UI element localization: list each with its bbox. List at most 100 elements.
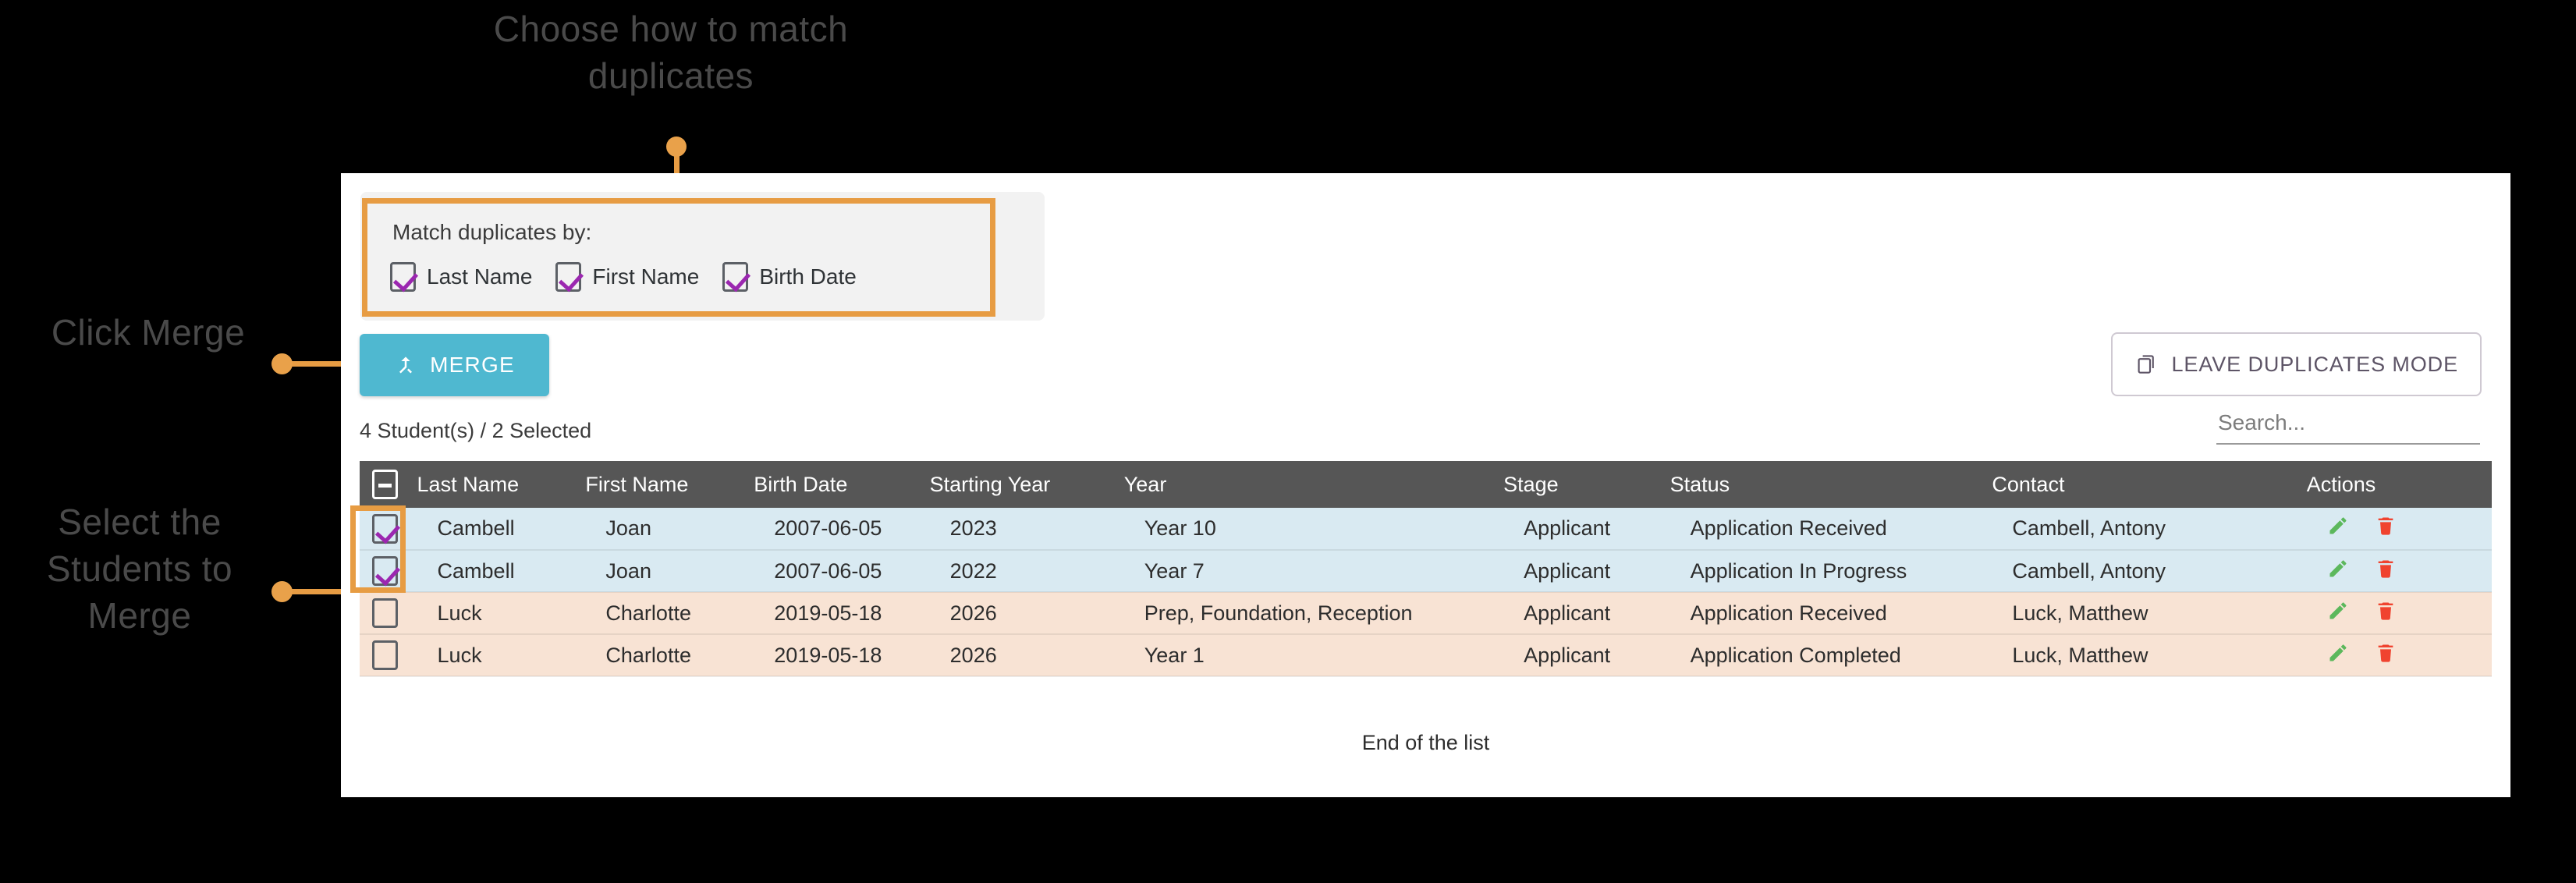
annotation-click-merge: Click Merge: [51, 312, 246, 353]
checkbox-birth-date[interactable]: Birth Date: [722, 262, 857, 292]
leader-dot-merge: [271, 353, 293, 374]
cell-contact: Luck, Matthew: [1992, 592, 2307, 635]
cell-contact: Cambell, Antony: [1992, 550, 2307, 593]
row-checkbox[interactable]: [372, 598, 398, 628]
table-row[interactable]: Cambell Joan 2007-06-05 2022 Year 7 Appl…: [360, 550, 2492, 593]
students-table: Last Name First Name Birth Date Starting…: [360, 461, 2492, 677]
column-header-stage[interactable]: Stage: [1503, 461, 1670, 508]
cell-first-name: Charlotte: [585, 592, 754, 635]
leave-duplicates-mode-button[interactable]: LEAVE DUPLICATES MODE: [2110, 332, 2482, 396]
column-header-contact[interactable]: Contact: [1992, 461, 2307, 508]
cell-last-name: Luck: [417, 634, 586, 677]
edit-icon[interactable]: [2327, 642, 2349, 669]
column-header-birth-date[interactable]: Birth Date: [754, 461, 930, 508]
column-header-last-name[interactable]: Last Name: [417, 461, 586, 508]
checkbox-last-name-label: Last Name: [427, 264, 533, 289]
cell-status: Application Received: [1669, 508, 1992, 551]
checkbox-first-name-label: First Name: [592, 264, 700, 289]
column-header-actions: Actions: [2306, 461, 2492, 508]
student-count-text: 4 Student(s) / 2 Selected: [360, 419, 592, 442]
cell-stage: Applicant: [1503, 634, 1670, 677]
match-duplicates-label: Match duplicates by:: [392, 220, 592, 244]
row-select-cell[interactable]: [360, 634, 417, 677]
delete-icon[interactable]: [2375, 558, 2397, 585]
cell-actions: [2306, 550, 2492, 593]
match-duplicates-options: Last Name First Name Birth Date: [390, 262, 880, 292]
checkbox-first-name-box[interactable]: [555, 262, 582, 292]
edit-icon[interactable]: [2327, 515, 2349, 542]
row-select-cell[interactable]: [360, 508, 417, 551]
row-checkbox[interactable]: [372, 513, 398, 544]
table-row[interactable]: Cambell Joan 2007-06-05 2023 Year 10 App…: [360, 508, 2492, 551]
cell-stage: Applicant: [1503, 592, 1670, 635]
cell-status: Application Received: [1669, 592, 1992, 635]
cell-last-name: Cambell: [417, 550, 586, 593]
cell-actions: [2306, 508, 2492, 551]
cell-status: Application In Progress: [1669, 550, 1992, 593]
annotation-match-duplicates: Choose how to match duplicates: [493, 9, 849, 96]
leader-dot-select: [271, 581, 293, 602]
table-body: Cambell Joan 2007-06-05 2023 Year 10 App…: [360, 508, 2492, 677]
column-header-status[interactable]: Status: [1669, 461, 1992, 508]
delete-icon[interactable]: [2375, 600, 2397, 627]
table-row[interactable]: Luck Charlotte 2019-05-18 2026 Prep, Fou…: [360, 592, 2492, 635]
cell-stage: Applicant: [1503, 508, 1670, 551]
cell-contact: Luck, Matthew: [1992, 634, 2307, 677]
annotation-select-students: Select the Students to Merge: [46, 502, 233, 636]
column-header-starting-year[interactable]: Starting Year: [929, 461, 1124, 508]
checkbox-last-name-box[interactable]: [390, 262, 416, 292]
cell-starting-year: 2023: [929, 508, 1124, 551]
cell-status: Application Completed: [1669, 634, 1992, 677]
table-row[interactable]: Luck Charlotte 2019-05-18 2026 Year 1 Ap…: [360, 634, 2492, 677]
select-all-header[interactable]: [360, 461, 417, 508]
row-checkbox[interactable]: [372, 556, 398, 586]
edit-icon[interactable]: [2327, 558, 2349, 585]
cell-year: Year 1: [1123, 634, 1504, 677]
edit-icon[interactable]: [2327, 600, 2349, 627]
cell-actions: [2306, 592, 2492, 635]
column-header-first-name[interactable]: First Name: [585, 461, 754, 508]
cell-birth-date: 2019-05-18: [754, 634, 930, 677]
search-field-wrapper: [2216, 407, 2480, 445]
delete-icon[interactable]: [2375, 515, 2397, 542]
match-duplicates-panel: Match duplicates by: Last Name First Nam…: [360, 192, 1045, 321]
merge-button-label: MERGE: [430, 353, 515, 377]
row-select-cell[interactable]: [360, 592, 417, 635]
cell-contact: Cambell, Antony: [1992, 508, 2307, 551]
cell-birth-date: 2007-06-05: [754, 508, 930, 551]
cell-year: Year 7: [1123, 550, 1504, 593]
checkbox-last-name[interactable]: Last Name: [390, 262, 532, 292]
cell-first-name: Joan: [585, 508, 754, 551]
copy-icon: [2134, 353, 2158, 376]
cell-first-name: Joan: [585, 550, 754, 593]
search-input[interactable]: [2216, 407, 2480, 445]
leave-duplicates-mode-label: LEAVE DUPLICATES MODE: [2171, 352, 2458, 376]
checkbox-birth-date-box[interactable]: [722, 262, 749, 292]
column-header-year[interactable]: Year: [1123, 461, 1504, 508]
cell-birth-date: 2019-05-18: [754, 592, 930, 635]
cell-last-name: Cambell: [417, 508, 586, 551]
cell-year: Year 10: [1123, 508, 1504, 551]
merge-button[interactable]: MERGE: [360, 334, 549, 396]
duplicates-panel: Match duplicates by: Last Name First Nam…: [341, 173, 2510, 797]
cell-last-name: Luck: [417, 592, 586, 635]
select-all-checkbox[interactable]: [372, 470, 398, 499]
cell-starting-year: 2022: [929, 550, 1124, 593]
cell-starting-year: 2026: [929, 634, 1124, 677]
cell-first-name: Charlotte: [585, 634, 754, 677]
delete-icon[interactable]: [2375, 642, 2397, 669]
table-header: Last Name First Name Birth Date Starting…: [360, 461, 2492, 508]
table-header-row: Last Name First Name Birth Date Starting…: [360, 461, 2492, 508]
checkbox-first-name[interactable]: First Name: [555, 262, 699, 292]
cell-actions: [2306, 634, 2492, 677]
row-select-cell[interactable]: [360, 550, 417, 593]
end-of-list-text: End of the list: [1361, 731, 1490, 754]
call-merge-icon: [394, 353, 417, 377]
row-checkbox[interactable]: [372, 640, 398, 670]
screenshot-root: Choose how to match duplicates Click Mer…: [0, 0, 2576, 883]
cell-stage: Applicant: [1503, 550, 1670, 593]
cell-year: Prep, Foundation, Reception: [1123, 592, 1504, 635]
checkbox-birth-date-label: Birth Date: [759, 264, 857, 289]
cell-birth-date: 2007-06-05: [754, 550, 930, 593]
leader-dot-top: [666, 137, 687, 157]
